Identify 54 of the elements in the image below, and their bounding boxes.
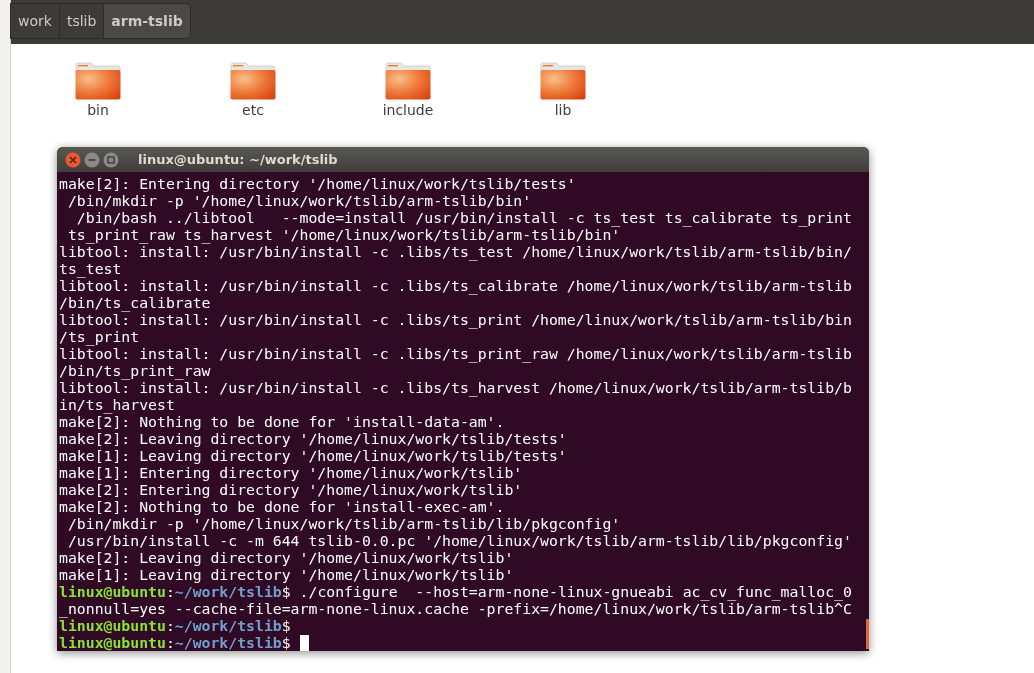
scrollbar-thumb[interactable] xyxy=(866,619,869,649)
terminal-line: libtool: install: /usr/bin/install -c .libs/ts_print /home/linux/work/tslib/arm-tslib/bin xyxy=(59,311,853,328)
terminal-line: libtool: install: /usr/bin/install -c .libs/ts_harvest /home/linux/work/tslib/arm-tslib/b xyxy=(59,379,853,396)
prompt-path: ~/work/tslib xyxy=(174,583,282,600)
prompt-dollar: $ xyxy=(281,583,291,600)
terminal-line: libtool: install: /usr/bin/install -c .libs/ts_test /home/linux/work/tslib/arm-tslib/bin/ xyxy=(59,243,853,260)
terminal-line: in/ts_harvest xyxy=(59,396,176,413)
folder-icon[interactable] xyxy=(540,62,586,100)
terminal-line: /bin/mkdir -p '/home/linux/work/tslib/arm-tslib/lib/pkgconfig' xyxy=(66,515,622,532)
folder-icon[interactable] xyxy=(230,62,276,100)
terminal-line: ts_test xyxy=(59,260,123,277)
folder-icon[interactable] xyxy=(385,62,431,100)
terminal-line: make[1]: Leaving directory '/home/linux/work/tslib/tests' xyxy=(59,447,568,464)
prompt-path: ~/work/tslib xyxy=(174,634,282,651)
folder-name: include xyxy=(381,102,435,118)
terminal-line: /usr/bin/install -c -m 644 tslib-0.0.pc '/home/linux/work/tslib/arm-tslib/lib/pkgconfig' xyxy=(66,532,853,549)
terminal-line: make[1]: Entering directory '/home/linux/work/tslib' xyxy=(59,464,524,481)
terminal-line: libtool: install: /usr/bin/install -c .libs/ts_print_raw /home/linux/work/tslib/arm-tslib xyxy=(59,345,853,362)
prompt-separator: : xyxy=(165,583,175,600)
terminal-line: make[2]: Entering directory '/home/linux/work/tslib/tests' xyxy=(59,175,577,192)
terminal-line: /ts_print xyxy=(59,328,141,345)
terminal-command: ./configure --host=arm-none-linux-gnueabi ac_cv_func_malloc_0 xyxy=(298,583,852,600)
prompt-dollar: $ xyxy=(281,617,291,634)
folder-name: etc xyxy=(241,102,265,118)
terminal-line: make[2]: Nothing to be done for 'install-exec-am'. xyxy=(59,498,506,515)
breadcrumb-button[interactable]: tslib xyxy=(58,3,105,39)
terminal-line: make[2]: Nothing to be done for 'install-data-am'. xyxy=(59,413,506,430)
minimize-icon[interactable] xyxy=(84,151,100,168)
terminal-line: libtool: install: /usr/bin/install -c .libs/ts_calibrate /home/linux/work/tslib/arm-tslib xyxy=(59,277,853,294)
prompt-separator: : xyxy=(165,634,175,651)
breadcrumb-button[interactable]: work xyxy=(10,3,60,39)
terminal-line: make[2]: Leaving directory '/home/linux/work/tslib/tests' xyxy=(59,430,568,447)
terminal-line: /bin/mkdir -p '/home/linux/work/tslib/arm-tslib/bin' xyxy=(66,192,533,209)
prompt-dollar: $ xyxy=(281,634,291,651)
close-icon[interactable] xyxy=(65,151,81,168)
terminal-line: make[2]: Leaving directory '/home/linux/work/tslib' xyxy=(59,549,515,566)
terminal-line: /bin/ts_calibrate xyxy=(59,294,212,311)
terminal-line: make[1]: Leaving directory '/home/linux/work/tslib' xyxy=(59,566,515,583)
terminal-line: /bin/bash ../libtool --mode=install /usr/bin/install -c ts_test ts_calibrate ts_print xyxy=(75,209,853,226)
prompt-user: linux@ubuntu xyxy=(59,583,166,600)
prompt-user: linux@ubuntu xyxy=(59,617,166,634)
prompt-path: ~/work/tslib xyxy=(174,617,282,634)
prompt-user: linux@ubuntu xyxy=(59,634,166,651)
folder-name: lib xyxy=(553,102,573,118)
terminal-line: ts_print_raw ts_harvest '/home/linux/work/tslib/arm-tslib/bin' xyxy=(66,226,621,243)
terminal-line: _nonnull=yes --cache-file=arm-none-linux.cache -prefix=/home/linux/work/tslib/arm-tslib^C xyxy=(59,600,853,617)
prompt-separator: : xyxy=(165,617,175,634)
folder-name: bin xyxy=(86,102,110,118)
window-title: linux@ubuntu: ~/work/tslib xyxy=(138,152,338,167)
folder-icon[interactable] xyxy=(75,62,121,100)
terminal-line: /bin/ts_print_raw xyxy=(59,362,212,379)
maximize-icon[interactable] xyxy=(103,151,119,168)
terminal-line: make[2]: Entering directory '/home/linux/work/tslib' xyxy=(59,481,524,498)
breadcrumb-button[interactable]: arm-tslib xyxy=(103,3,191,39)
